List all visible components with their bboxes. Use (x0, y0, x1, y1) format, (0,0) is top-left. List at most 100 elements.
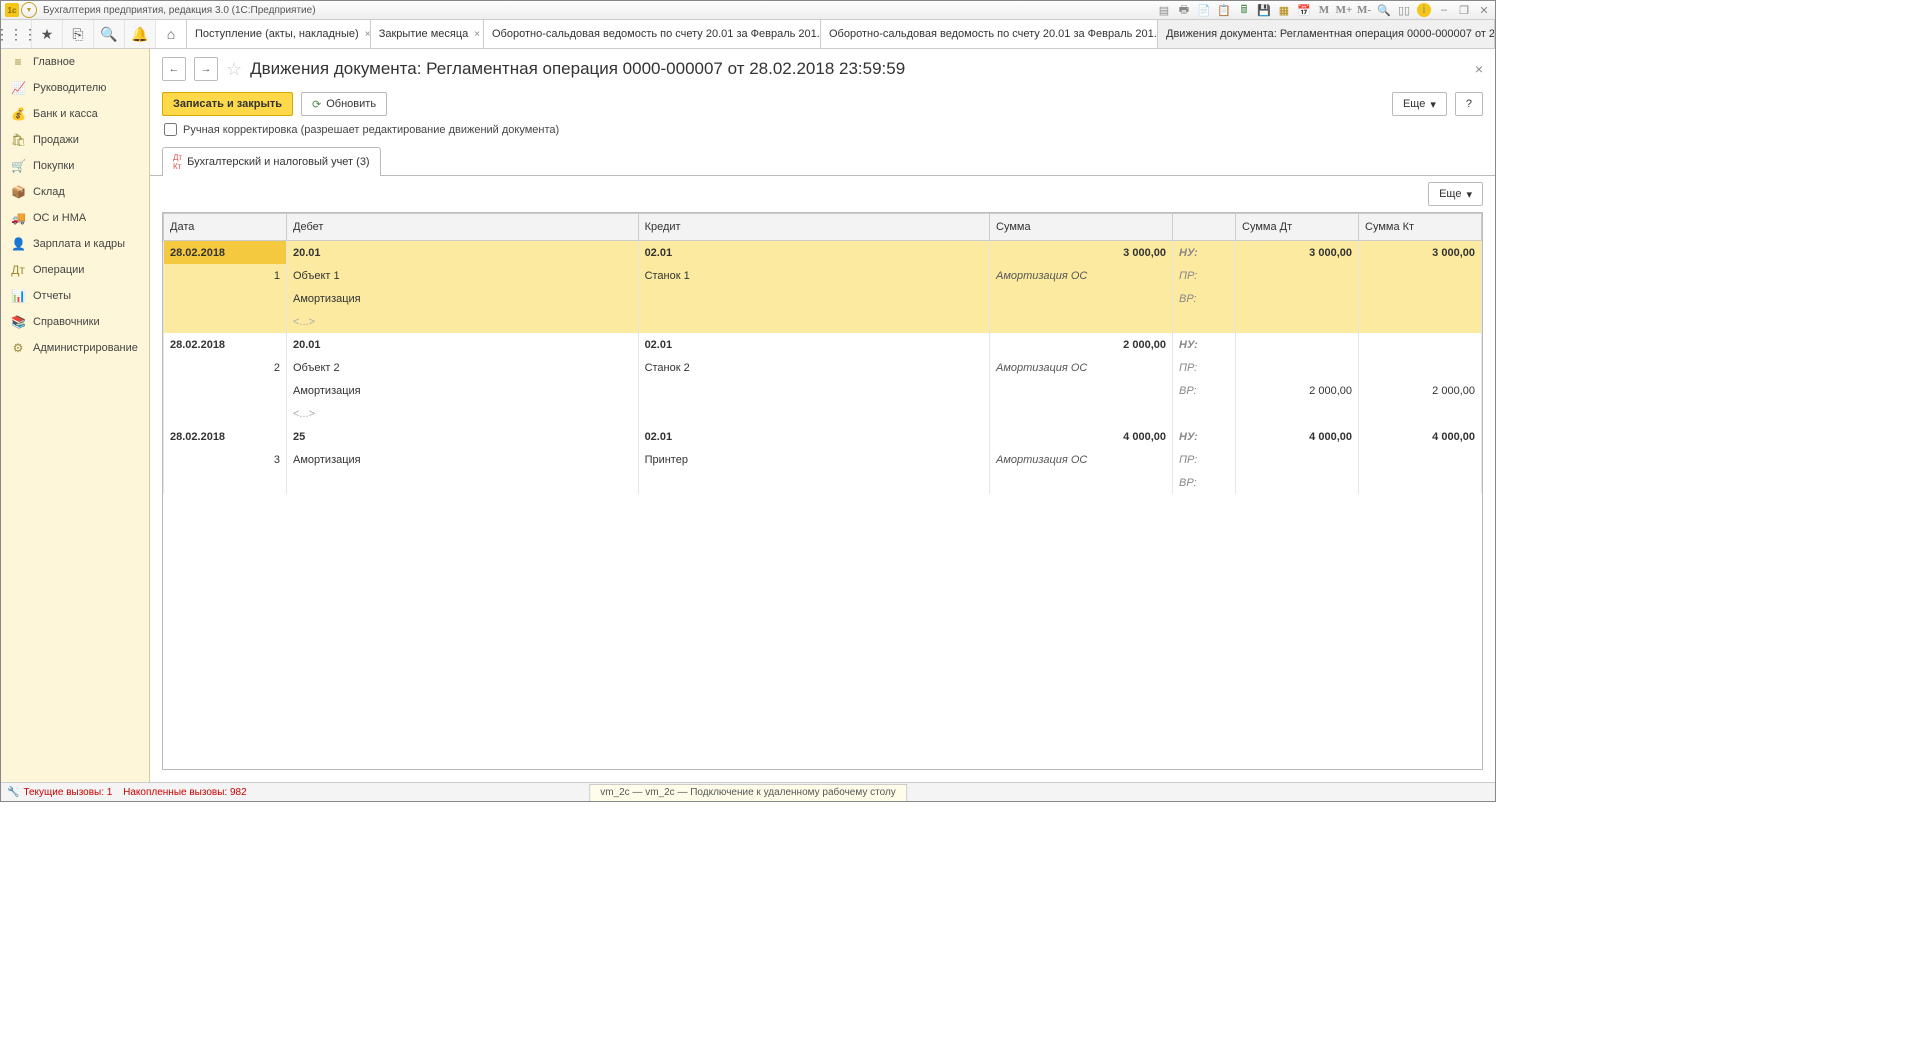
sidebar-item[interactable]: 👤Зарплата и кадры (1, 231, 149, 257)
sidebar-item[interactable]: 📊Отчеты (1, 283, 149, 309)
refresh-icon: ⟳ (312, 98, 321, 111)
m-plus-icon[interactable]: M+ (1337, 3, 1351, 17)
sidebar-icon: ≡ (11, 55, 25, 69)
dropdown-icon[interactable]: ▼ (21, 2, 37, 18)
col-sum[interactable]: Сумма (990, 214, 1173, 241)
save-icon[interactable]: 💾 (1257, 3, 1271, 17)
col-sumkt[interactable]: Сумма Кт (1359, 214, 1482, 241)
current-calls: Текущие вызовы: 1 (23, 787, 112, 798)
col-credit[interactable]: Кредит (638, 214, 989, 241)
sidebar-item[interactable]: 🛒Покупки (1, 153, 149, 179)
apps-icon[interactable]: ⋮⋮⋮ (1, 20, 32, 48)
entry-row[interactable]: 28.02.20182502.014 000,00НУ:4 000,004 00… (164, 425, 1482, 448)
tab[interactable]: Поступление (акты, накладные)× (187, 20, 371, 48)
sidebar-item[interactable]: 📚Справочники (1, 309, 149, 335)
sidebar-item[interactable]: 📦Склад (1, 179, 149, 205)
back-button[interactable]: ← (162, 57, 186, 81)
sidebar-item[interactable]: ≡Главное (1, 49, 149, 75)
doc-icon[interactable]: 📄 (1197, 3, 1211, 17)
clipboard-icon[interactable]: 📋 (1217, 3, 1231, 17)
entry-detail[interactable]: 1Объект 1Станок 1Амортизация ОСПР: (164, 264, 1482, 287)
sidebar-item[interactable]: ⚙Администрирование (1, 335, 149, 361)
favorite-icon[interactable]: ★ (32, 20, 63, 48)
sidebar-item[interactable]: 🛍Продажи (1, 127, 149, 153)
entry-row[interactable]: 28.02.201820.0102.013 000,00НУ:3 000,003… (164, 241, 1482, 265)
entries-grid[interactable]: Дата Дебет Кредит Сумма Сумма Дт Сумма К… (162, 212, 1483, 770)
close-window-icon[interactable]: ✕ (1477, 3, 1491, 17)
bell-icon[interactable]: 🔔 (125, 20, 156, 48)
body: ≡Главное📈Руководителю💰Банк и касса🛍Прода… (1, 49, 1495, 782)
info-icon[interactable]: i (1417, 3, 1431, 17)
close-tab-icon[interactable]: × (474, 29, 480, 40)
m-icon[interactable]: M (1317, 3, 1331, 17)
sidebar-icon: ⚙ (11, 341, 25, 355)
accounting-tab[interactable]: ДтКт Бухгалтерский и налоговый учет (3) (162, 147, 381, 176)
tab[interactable]: Закрытие месяца× (371, 20, 484, 48)
refresh-button[interactable]: ⟳Обновить (301, 92, 387, 116)
accumulated-calls: Накопленные вызовы: 982 (123, 787, 247, 798)
date-icon[interactable]: 📅 (1297, 3, 1311, 17)
entry-detail[interactable]: <...> (164, 310, 1482, 333)
sidebar-icon: 🚚 (11, 211, 25, 225)
sidebar: ≡Главное📈Руководителю💰Банк и касса🛍Прода… (1, 49, 150, 782)
sidebar-icon: 🛒 (11, 159, 25, 173)
sidebar-icon: 📚 (11, 315, 25, 329)
manual-edit-checkbox[interactable] (164, 123, 177, 136)
copy-icon[interactable]: ⎘ (63, 20, 94, 48)
page-title: Движения документа: Регламентная операци… (250, 59, 905, 79)
entry-detail[interactable]: АмортизацияВР: (164, 287, 1482, 310)
layout-icon[interactable]: ▯▯ (1397, 3, 1411, 17)
help-button[interactable]: ? (1455, 92, 1483, 116)
panel-icon[interactable]: ▤ (1157, 3, 1171, 17)
chevron-down-icon: ▾ (1430, 98, 1436, 111)
entry-detail[interactable]: 3АмортизацияПринтерАмортизация ОСПР: (164, 448, 1482, 471)
tab[interactable]: Оборотно-сальдовая ведомость по счету 20… (484, 20, 821, 48)
print-icon[interactable]: 🖶 (1177, 3, 1191, 17)
tabs: Поступление (акты, накладные)×Закрытие м… (187, 20, 1495, 48)
entry-detail[interactable]: ВР: (164, 471, 1482, 494)
entry-detail[interactable]: 2Объект 2Станок 2Амортизация ОСПР: (164, 356, 1482, 379)
sidebar-icon: 📦 (11, 185, 25, 199)
page-header: ← → ☆ Движения документа: Регламентная о… (150, 49, 1495, 89)
sidebar-item[interactable]: 🚚ОС и НМА (1, 205, 149, 231)
close-page-icon[interactable]: × (1475, 61, 1483, 77)
topbar: ⋮⋮⋮ ★ ⎘ 🔍 🔔 ⌂ Поступление (акты, накладн… (1, 20, 1495, 49)
calendar-icon[interactable]: ▦ (1277, 3, 1291, 17)
home-icon[interactable]: ⌂ (156, 20, 187, 48)
m-minus-icon[interactable]: M- (1357, 3, 1371, 17)
col-sumdt[interactable]: Сумма Дт (1236, 214, 1359, 241)
more-button[interactable]: Еще ▾ (1392, 92, 1447, 116)
command-bar: Записать и закрыть ⟳Обновить Еще ▾ ? (150, 89, 1495, 119)
col-debit[interactable]: Дебет (287, 214, 639, 241)
perf-icon: 🔧 (7, 787, 19, 798)
sidebar-icon: 📊 (11, 289, 25, 303)
entry-detail[interactable]: <...> (164, 402, 1482, 425)
dtkt-icon: ДтКт (173, 153, 182, 171)
sidebar-item[interactable]: 📈Руководителю (1, 75, 149, 101)
table-more-button[interactable]: Еще ▾ (1428, 182, 1483, 206)
tab[interactable]: Оборотно-сальдовая ведомость по счету 20… (821, 20, 1158, 48)
calc-icon[interactable]: 🖩 (1237, 3, 1251, 17)
entries-table: Дата Дебет Кредит Сумма Сумма Дт Сумма К… (163, 213, 1482, 494)
sidebar-icon: 💰 (11, 107, 25, 121)
forward-button[interactable]: → (194, 57, 218, 81)
manual-edit-label: Ручная корректировка (разрешает редактир… (183, 124, 559, 136)
app-window: 1c ▼ Бухгалтерия предприятия, редакция 3… (0, 0, 1496, 802)
zoom-icon[interactable]: 🔍 (1377, 3, 1391, 17)
search-icon[interactable]: 🔍 (94, 20, 125, 48)
entry-detail[interactable]: АмортизацияВР:2 000,002 000,00 (164, 379, 1482, 402)
save-close-button[interactable]: Записать и закрыть (162, 92, 293, 116)
sidebar-item[interactable]: ДтОперации (1, 257, 149, 283)
titlebar-actions: ▤ 🖶 📄 📋 🖩 💾 ▦ 📅 M M+ M- 🔍 ▯▯ i – ❐ ✕ (1157, 3, 1491, 17)
minimize-icon[interactable]: – (1437, 3, 1451, 17)
close-tab-icon[interactable]: × (365, 29, 371, 40)
entry-row[interactable]: 28.02.201820.0102.012 000,00НУ: (164, 333, 1482, 356)
sidebar-icon: Дт (11, 263, 25, 277)
star-icon[interactable]: ☆ (226, 59, 242, 80)
manual-edit-row: Ручная корректировка (разрешает редактир… (150, 119, 1495, 140)
restore-icon[interactable]: ❐ (1457, 3, 1471, 17)
col-label[interactable] (1173, 214, 1236, 241)
sidebar-item[interactable]: 💰Банк и касса (1, 101, 149, 127)
tab[interactable]: Движения документа: Регламентная операци… (1158, 20, 1495, 48)
col-date[interactable]: Дата (164, 214, 287, 241)
